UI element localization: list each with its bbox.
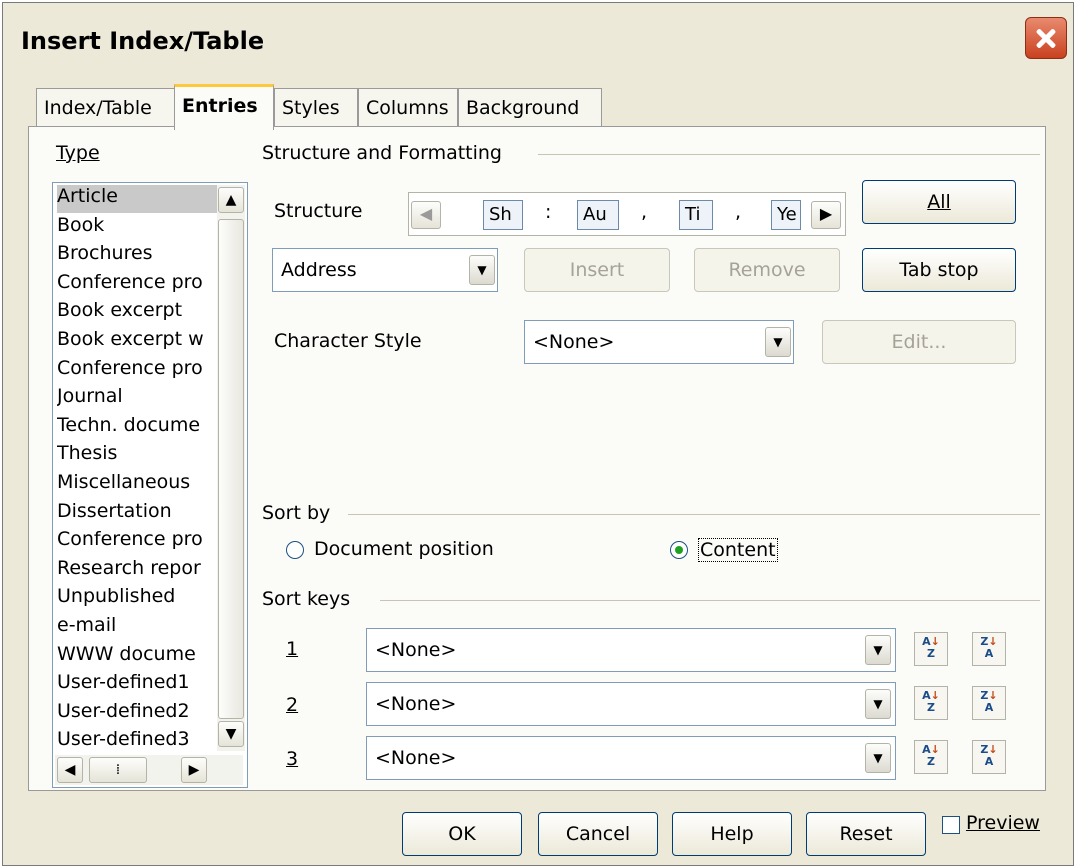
close-icon[interactable]: [1025, 17, 1067, 59]
type-list-item[interactable]: User-defined1: [57, 671, 217, 699]
character-style-value: <None>: [533, 331, 615, 353]
edit-button[interactable]: Edit...: [822, 320, 1016, 364]
scroll-right-icon[interactable]: ▶: [181, 757, 207, 783]
sort-key-2-select[interactable]: <None> ▼: [366, 682, 896, 726]
structure-label: Structure: [274, 200, 363, 222]
insert-button[interactable]: Insert: [524, 248, 670, 292]
chevron-down-icon[interactable]: ▼: [765, 327, 791, 357]
type-list-item[interactable]: Book excerpt: [57, 299, 217, 327]
type-list-item[interactable]: Research repor: [57, 557, 217, 585]
type-list-item[interactable]: Conference pro: [57, 528, 217, 556]
arrow-right-icon[interactable]: ▶: [811, 201, 841, 229]
sort-key-1-value: <None>: [375, 639, 457, 661]
tab-columns[interactable]: Columns: [358, 88, 458, 126]
chevron-down-icon[interactable]: ▼: [865, 743, 891, 773]
content-label[interactable]: Content: [698, 538, 778, 562]
type-list-item[interactable]: Conference pro: [57, 271, 217, 299]
scroll-up-icon[interactable]: ▲: [218, 187, 244, 213]
field-select[interactable]: Address ▼: [272, 248, 498, 292]
remove-button[interactable]: Remove: [694, 248, 840, 292]
hscroll-thumb[interactable]: ⁞: [89, 757, 147, 783]
ok-button[interactable]: OK: [402, 812, 522, 856]
type-list-item[interactable]: e-mail: [57, 614, 217, 642]
type-list-item[interactable]: Miscellaneous: [57, 471, 217, 499]
arrow-left-icon[interactable]: ◀: [411, 201, 441, 229]
type-list-item[interactable]: Conference pro: [57, 357, 217, 385]
type-label: Type: [56, 142, 100, 164]
structure-separator[interactable]: ,: [735, 201, 741, 223]
tab-index-table[interactable]: Index/Table: [36, 88, 176, 126]
scroll-down-icon[interactable]: ▼: [218, 721, 244, 747]
sort-descending-icon[interactable]: Z↓ A: [972, 686, 1006, 720]
field-select-value: Address: [281, 259, 357, 281]
all-button-label: All: [927, 191, 951, 213]
type-list-item[interactable]: Thesis: [57, 442, 217, 470]
section-divider: [380, 600, 1040, 601]
preview-label[interactable]: Preview: [966, 812, 1040, 834]
type-list-item[interactable]: Book: [57, 214, 217, 242]
dialog-title: Insert Index/Table: [21, 27, 265, 55]
chevron-down-icon[interactable]: ▼: [865, 689, 891, 719]
sort-descending-icon[interactable]: Z↓ A: [972, 740, 1006, 774]
sort-by-heading: Sort by: [262, 502, 331, 524]
sort-key-1-select[interactable]: <None> ▼: [366, 628, 896, 672]
sort-key-3-label: 3: [286, 748, 299, 770]
character-style-select[interactable]: <None> ▼: [524, 320, 794, 364]
radio-document-position[interactable]: [286, 541, 304, 559]
tab-stop-button[interactable]: Tab stop: [862, 248, 1016, 292]
tab-entries[interactable]: Entries: [174, 84, 274, 130]
type-list-item[interactable]: WWW docume: [57, 643, 217, 671]
type-list-item[interactable]: User-defined3: [57, 728, 217, 756]
scroll-left-icon[interactable]: ◀: [57, 757, 83, 783]
type-list-item[interactable]: Dissertation: [57, 500, 217, 528]
chevron-down-icon[interactable]: ▼: [865, 635, 891, 665]
structure-token[interactable]: Au: [577, 200, 619, 230]
section-divider: [538, 154, 1040, 155]
structure-separator[interactable]: :: [545, 201, 551, 223]
cancel-button[interactable]: Cancel: [538, 812, 658, 856]
radio-content[interactable]: [670, 541, 688, 559]
sort-ascending-icon[interactable]: A↓ Z: [914, 632, 948, 666]
sort-keys-heading: Sort keys: [262, 588, 351, 610]
type-listbox[interactable]: Article Book Brochures Conference pro Book e…: [52, 182, 248, 788]
character-style-label: Character Style: [274, 330, 422, 352]
sort-key-1-label: 1: [286, 638, 299, 660]
sort-key-3-select[interactable]: <None> ▼: [366, 736, 896, 780]
preview-checkbox[interactable]: [942, 816, 960, 834]
type-list-item[interactable]: Brochures: [57, 242, 217, 270]
type-list-item[interactable]: Journal: [57, 385, 217, 413]
structure-token[interactable]: Ye: [771, 200, 801, 230]
sort-descending-icon[interactable]: Z↓ A: [972, 632, 1006, 666]
structure-formatting-heading: Structure and Formatting: [262, 142, 502, 164]
scroll-thumb[interactable]: [218, 219, 244, 719]
chevron-down-icon[interactable]: ▼: [469, 255, 495, 285]
tab-background[interactable]: Background: [458, 88, 602, 126]
tab-styles[interactable]: Styles: [274, 88, 358, 126]
sort-ascending-icon[interactable]: A↓ Z: [914, 686, 948, 720]
title-bar: Insert Index/Table: [3, 3, 1073, 87]
structure-editor[interactable]: ◀ Sh : Au , Ti , Ye ▶: [408, 192, 846, 236]
type-list-item[interactable]: Unpublished: [57, 585, 217, 613]
type-hscroll[interactable]: ◀ ⁞ ▶: [55, 755, 243, 785]
sort-key-2-label: 2: [286, 694, 299, 716]
structure-token[interactable]: Sh: [483, 200, 523, 230]
type-list-item[interactable]: Techn. docume: [57, 414, 217, 442]
structure-token[interactable]: Ti: [679, 200, 713, 230]
section-divider: [348, 514, 1040, 515]
document-position-label[interactable]: Document position: [314, 538, 494, 560]
type-list-item[interactable]: User-defined2: [57, 700, 217, 728]
sort-key-2-value: <None>: [375, 693, 457, 715]
help-button[interactable]: Help: [672, 812, 792, 856]
type-list-item[interactable]: Book excerpt w: [57, 328, 217, 356]
all-button[interactable]: All: [862, 180, 1016, 224]
structure-separator[interactable]: ,: [641, 201, 647, 223]
sort-key-3-value: <None>: [375, 747, 457, 769]
type-vscroll[interactable]: ▲ ▼: [217, 185, 245, 751]
reset-button[interactable]: Reset: [806, 812, 926, 856]
sort-ascending-icon[interactable]: A↓ Z: [914, 740, 948, 774]
type-list-item[interactable]: Article: [57, 185, 217, 213]
